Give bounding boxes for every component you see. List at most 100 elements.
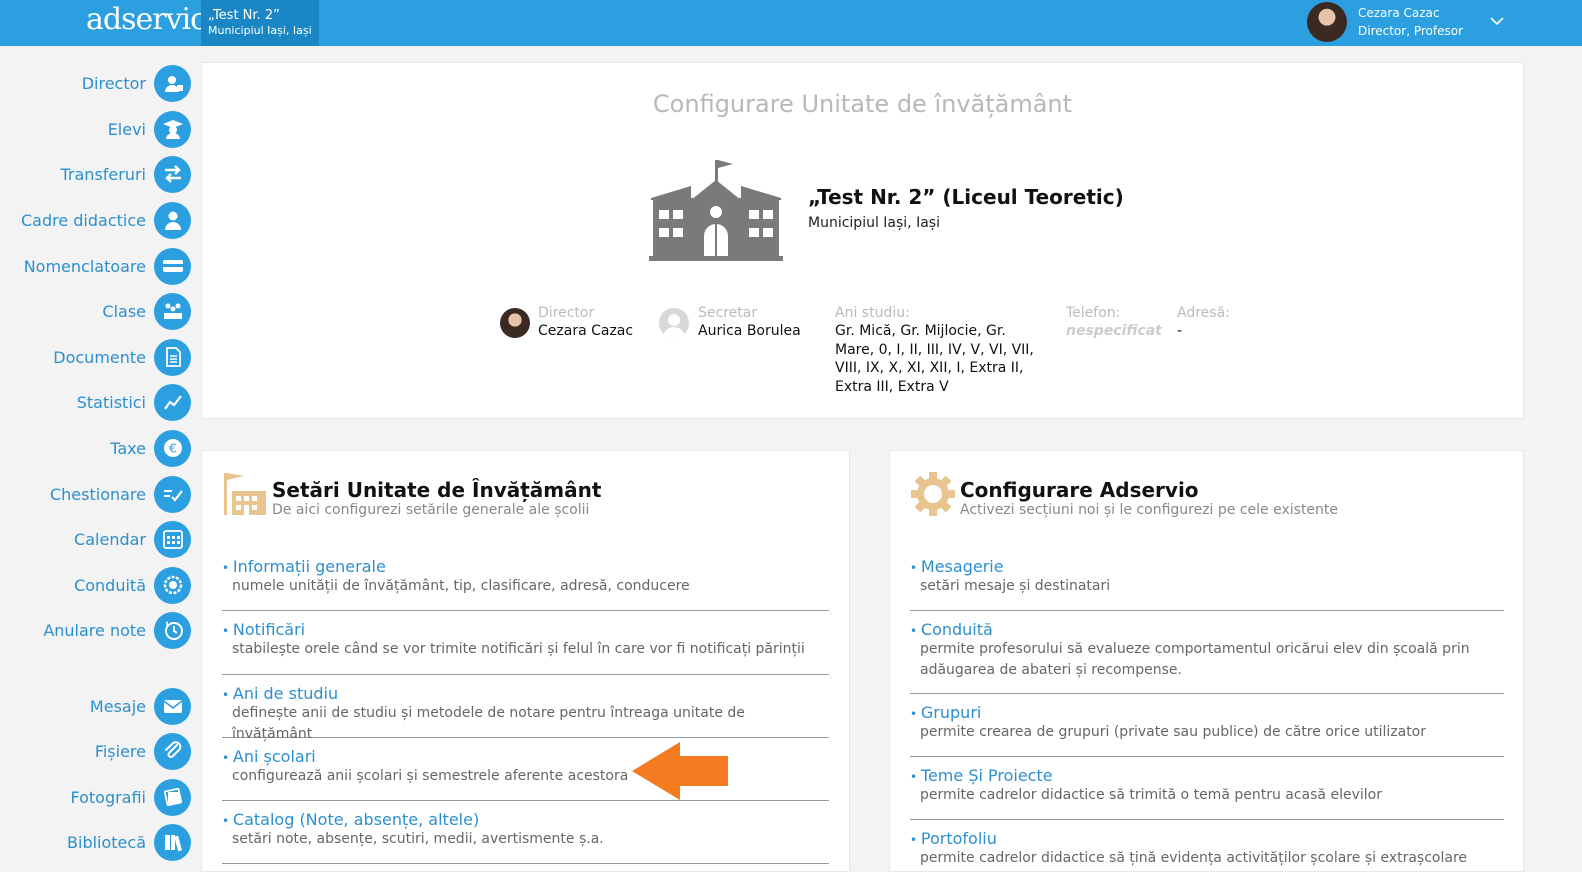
- settings-subtitle: De aici configurezi setările generale al…: [272, 502, 590, 518]
- setting-description: configurează anii școlari și semestrele …: [232, 768, 629, 784]
- top-bar: adservio „Test Nr. 2” Municipiul Iași, I…: [0, 0, 1582, 46]
- adservio-logo[interactable]: adservio: [86, 2, 208, 37]
- setting-description: setări note, absențe, scutiri, medii, av…: [232, 831, 604, 847]
- settings-title: Setări Unitate de Învățământ: [272, 478, 602, 502]
- sidebar-item-chestionare[interactable]: Chestionare: [50, 475, 191, 513]
- gear-icon: [911, 472, 955, 516]
- sidebar-item-anulare-note[interactable]: Anulare note!: [43, 611, 191, 649]
- telefon-value: nespecificat: [1066, 323, 1162, 339]
- sidebar-item-cadre-didactice[interactable]: Cadre didactice: [21, 201, 191, 239]
- settings-panel: Setări Unitate de Învățământ De aici con…: [201, 450, 850, 872]
- setting-link[interactable]: Informații generale: [222, 557, 829, 576]
- setting-link[interactable]: Ani școlari: [222, 747, 829, 766]
- settings-list-item: Notificări stabilește orele când se vor t…: [222, 620, 829, 675]
- sidebar-item-label: Conduită: [74, 575, 146, 595]
- graduate-icon: [154, 110, 191, 148]
- settings-list-item: Conduită permite profesorului să evalueze…: [910, 620, 1504, 694]
- sidebar-item-statistici[interactable]: Statistici: [77, 383, 191, 421]
- chart-line-icon: [154, 383, 191, 421]
- settings-list-item: Ani de studiu definește anii de studiu și…: [222, 684, 829, 742]
- ani-studiu-label: Ani studiu:: [835, 305, 910, 321]
- svg-text:€: €: [169, 442, 177, 456]
- setting-link[interactable]: Ani de studiu: [222, 684, 829, 703]
- setting-link[interactable]: Portofoliu: [910, 829, 1504, 848]
- settings-list-item: Mesagerie setări mesaje și destinatari: [910, 557, 1504, 611]
- euro-icon: €: [154, 429, 191, 467]
- sidebar-item-fotografii[interactable]: Fotografii: [70, 778, 191, 816]
- sidebar-item-director[interactable]: Director: [82, 64, 191, 102]
- sidebar-item-label: Cadre didactice: [20, 210, 146, 230]
- setting-link[interactable]: Grupuri: [910, 703, 1504, 722]
- adresa-value: -: [1177, 323, 1183, 339]
- settings-list-item: Informații generale numele unității de în…: [222, 557, 829, 611]
- setting-link[interactable]: Notificări: [222, 620, 829, 639]
- user-avatar[interactable]: [1307, 2, 1347, 42]
- director-icon: [154, 64, 191, 102]
- sidebar-item-conduita[interactable]: Conduită: [74, 566, 191, 604]
- adservio-config-subtitle: Activezi secțiuni noi și le configurezi …: [960, 502, 1339, 518]
- sidebar-item-label: Statistici: [76, 392, 146, 412]
- sidebar-item-transferuri[interactable]: Transferuri: [60, 155, 191, 193]
- setting-description: permite cadrelor didactice să trimită o …: [920, 787, 1382, 803]
- sidebar-item-label: Fotografii: [70, 787, 146, 807]
- sidebar-item-label: Bibliotecă: [67, 832, 146, 852]
- sidebar-item-biblioteca[interactable]: Bibliotecă: [67, 823, 191, 861]
- adservio-config-panel: Configurare Adservio Activezi secțiuni n…: [889, 450, 1524, 872]
- sidebar-item-documente[interactable]: Documente: [53, 338, 191, 376]
- sidebar-item-label: Fișiere: [94, 741, 146, 761]
- settings-list-item: Ani școlari configurează anii școlari și …: [222, 747, 829, 801]
- ani-studiu-value: Gr. Mică, Gr. Mijlocie, Gr. Mare, 0, I, …: [835, 323, 1034, 395]
- sidebar-item-taxe[interactable]: Taxe €: [110, 429, 191, 467]
- sidebar-item-label: Taxe: [110, 438, 146, 458]
- settings-list-item: Catalog (Note, absențe, altele) setări no…: [222, 810, 829, 864]
- unit-location: Municipiul Iași, Iași: [208, 24, 312, 37]
- sidebar-item-clase[interactable]: Clase: [102, 292, 191, 330]
- svg-text:!: !: [165, 621, 169, 631]
- envelope-icon: [154, 687, 191, 725]
- sidebar-item-label: Clase: [102, 301, 146, 321]
- unit-selector[interactable]: „Test Nr. 2” Municipiul Iași, Iași: [201, 0, 319, 46]
- settings-list-item: Grupuri permite crearea de grupuri (priva…: [910, 703, 1504, 757]
- checklist-icon: [154, 475, 191, 513]
- sidebar-item-label: Transferuri: [60, 164, 147, 184]
- badge-icon: [154, 566, 191, 604]
- sidebar-item-label: Nomenclatoare: [23, 256, 146, 276]
- sidebar-item-label: Anulare note: [43, 620, 146, 640]
- sidebar-item-mesaje[interactable]: Mesaje: [90, 687, 191, 725]
- classroom-icon: [154, 292, 191, 330]
- user-name[interactable]: Cezara Cazac: [1358, 6, 1440, 20]
- sidebar-item-label: Chestionare: [49, 484, 146, 504]
- sidebar-item-fisiere[interactable]: Fișiere: [95, 732, 191, 770]
- books-icon: [154, 823, 191, 861]
- page-title: Configurare Unitate de învățământ: [652, 90, 1073, 118]
- sidebar-item-elevi[interactable]: Elevi: [108, 110, 191, 148]
- director-label: Director: [538, 305, 595, 321]
- adresa-label: Adresă:: [1177, 305, 1230, 321]
- sidebar-item-nomenclatoare[interactable]: Nomenclatoare: [24, 247, 191, 285]
- director-name[interactable]: Cezara Cazac: [538, 323, 633, 339]
- secretar-label: Secretar: [698, 305, 758, 321]
- paperclip-icon: [154, 732, 191, 770]
- setting-link[interactable]: Mesagerie: [910, 557, 1504, 576]
- secretar-avatar: [659, 308, 689, 338]
- teacher-icon: [154, 201, 191, 239]
- director-avatar: [500, 308, 530, 338]
- secretar-name[interactable]: Aurica Borulea: [698, 323, 801, 339]
- setting-link[interactable]: Conduită: [910, 620, 1504, 639]
- setting-link[interactable]: Catalog (Note, absențe, altele): [222, 810, 829, 829]
- user-role: Director, Profesor: [1358, 24, 1464, 38]
- sidebar-item-calendar[interactable]: Calendar: [74, 520, 191, 558]
- adservio-config-title: Configurare Adservio: [960, 478, 1199, 502]
- unit-name: „Test Nr. 2”: [208, 8, 280, 23]
- sidebar-item-label: Elevi: [107, 119, 146, 139]
- school-location: Municipiul Iași, Iași: [808, 215, 940, 231]
- settings-list-item: Teme Și Proiecte permite cadrelor didacti…: [910, 766, 1504, 820]
- setting-description: numele unității de învățământ, tip, clas…: [232, 578, 690, 594]
- clock-alert-icon: !: [154, 611, 191, 649]
- setting-link[interactable]: Teme Și Proiecte: [910, 766, 1504, 785]
- chevron-down-icon[interactable]: [1490, 14, 1504, 28]
- photos-icon: [154, 778, 191, 816]
- setting-description: stabilește orele când se vor trimite not…: [232, 641, 805, 657]
- telefon-label: Telefon:: [1066, 305, 1121, 321]
- settings-list-item: Portofoliu permite cadrelor didactice să …: [910, 829, 1504, 872]
